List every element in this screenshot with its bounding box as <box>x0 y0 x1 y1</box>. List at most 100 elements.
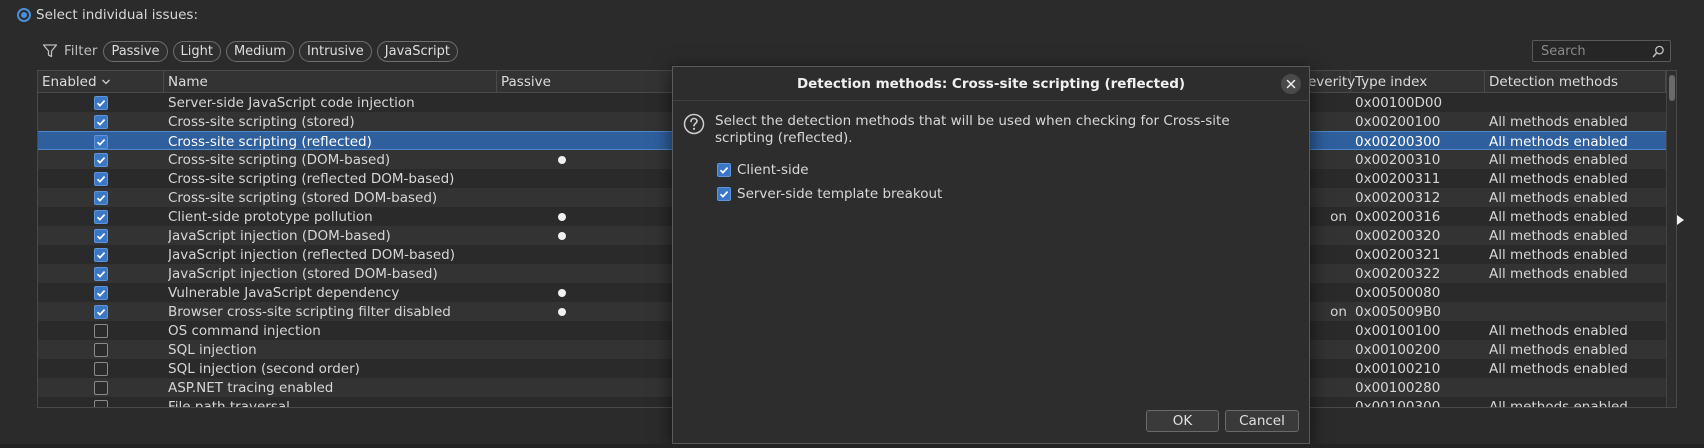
row-passive-cell <box>558 321 578 340</box>
row-enabled-checkbox[interactable] <box>94 247 108 262</box>
row-name: Cross-site scripting (stored) <box>168 113 355 130</box>
row-enabled-checkbox[interactable] <box>94 304 108 319</box>
option-client-side[interactable]: Client-side <box>717 161 809 179</box>
filter-chip-javascript[interactable]: JavaScript <box>376 40 458 62</box>
row-enabled-checkbox[interactable] <box>94 323 108 338</box>
row-passive-cell <box>558 150 578 169</box>
row-enabled-cell <box>94 359 114 378</box>
row-enabled-checkbox[interactable] <box>94 228 108 243</box>
column-header-type-index[interactable]: Type index <box>1351 71 1485 93</box>
select-individual-issues-radio[interactable]: Select individual issues: <box>17 6 198 24</box>
scrollbar-thumb[interactable] <box>1669 75 1675 101</box>
search-input[interactable] <box>1541 43 1649 59</box>
filter-chip-passive[interactable]: Passive <box>103 40 168 62</box>
dialog-description: Select the detection methods that will b… <box>715 113 1230 146</box>
row-enabled-checkbox[interactable] <box>94 134 108 149</box>
row-detection-methods: All methods enabled <box>1489 133 1628 150</box>
sort-chevron-down-icon <box>101 79 110 85</box>
row-type-index: 0x00200310 <box>1355 151 1441 168</box>
row-name: SQL injection <box>168 341 257 358</box>
passive-dot-icon <box>558 307 566 316</box>
row-enabled-cell <box>94 378 114 397</box>
row-passive-cell <box>558 245 578 264</box>
row-enabled-checkbox[interactable] <box>94 361 108 376</box>
row-passive-cell <box>558 226 578 245</box>
client-side-checkbox[interactable] <box>717 163 731 177</box>
passive-dot-icon <box>558 155 566 164</box>
radio-selected-icon <box>17 8 31 22</box>
row-enabled-cell <box>94 302 114 321</box>
row-detection-methods: All methods enabled <box>1489 170 1628 187</box>
row-name: Browser cross-site scripting filter disa… <box>168 303 451 320</box>
row-detection-methods: All methods enabled <box>1489 360 1628 377</box>
row-name: JavaScript injection (stored DOM-based) <box>168 265 438 282</box>
row-passive-cell <box>558 340 578 359</box>
row-enabled-checkbox[interactable] <box>94 152 108 167</box>
column-header-enabled[interactable]: Enabled <box>38 71 164 93</box>
row-passive-cell <box>558 302 578 321</box>
filter-chip-light[interactable]: Light <box>172 40 221 62</box>
column-header-severity[interactable]: everity <box>1303 71 1355 93</box>
row-detection-methods: All methods enabled <box>1489 398 1628 408</box>
vertical-scrollbar[interactable] <box>1666 71 1676 407</box>
detection-methods-dialog: Detection methods: Cross-site scripting … <box>672 66 1310 444</box>
row-enabled-cell <box>94 132 114 151</box>
filter-chip-intrusive[interactable]: Intrusive <box>298 40 372 62</box>
checkmark-icon <box>96 232 106 240</box>
row-enabled-checkbox[interactable] <box>94 266 108 281</box>
row-enabled-checkbox[interactable] <box>94 114 108 129</box>
cancel-button[interactable]: Cancel <box>1225 410 1299 432</box>
row-enabled-checkbox[interactable] <box>94 171 108 186</box>
dialog-title: Detection methods: Cross-site scripting … <box>673 67 1309 101</box>
row-type-index: 0x00200316 <box>1355 208 1441 225</box>
row-name: File path traversal <box>168 398 290 408</box>
checkmark-icon <box>96 156 106 164</box>
row-type-index: 0x00100280 <box>1355 379 1441 396</box>
row-enabled-checkbox[interactable] <box>94 380 108 395</box>
row-enabled-cell <box>94 169 114 188</box>
row-passive-cell <box>558 112 578 131</box>
ok-button[interactable]: OK <box>1146 410 1219 432</box>
select-individual-issues-label: Select individual issues: <box>36 7 199 23</box>
row-enabled-checkbox[interactable] <box>94 95 108 110</box>
passive-dot-icon <box>558 288 566 297</box>
search-icon[interactable] <box>1652 45 1665 58</box>
row-enabled-checkbox[interactable] <box>94 342 108 357</box>
row-type-index: 0x00200300 <box>1355 133 1441 150</box>
row-passive-cell <box>558 169 578 188</box>
row-passive-cell <box>558 207 578 226</box>
row-detection-methods: All methods enabled <box>1489 227 1628 244</box>
row-enabled-cell <box>94 283 114 302</box>
row-type-index: 0x00100210 <box>1355 360 1441 377</box>
server-side-template-breakout-checkbox[interactable] <box>717 187 731 201</box>
row-enabled-checkbox[interactable] <box>94 285 108 300</box>
checkmark-icon <box>96 289 106 297</box>
row-enabled-cell <box>94 340 114 359</box>
row-passive-cell <box>558 283 578 302</box>
row-detection-methods <box>1489 283 1665 302</box>
row-enabled-cell <box>94 245 114 264</box>
column-header-enabled-label: Enabled <box>42 74 97 90</box>
row-name: ASP.NET tracing enabled <box>168 379 334 396</box>
column-header-name[interactable]: Name <box>164 71 497 93</box>
column-header-passive[interactable]: Passive <box>497 71 677 93</box>
row-name: Cross-site scripting (reflected DOM-base… <box>168 170 455 187</box>
row-passive-cell <box>558 397 578 407</box>
dialog-close-button[interactable] <box>1281 74 1301 94</box>
row-enabled-cell <box>94 188 114 207</box>
row-enabled-checkbox[interactable] <box>94 209 108 224</box>
expand-arrow-icon[interactable] <box>1676 214 1685 226</box>
filter-funnel-icon[interactable] <box>42 43 58 59</box>
checkmark-icon <box>96 194 106 202</box>
row-enabled-cell <box>94 150 114 169</box>
row-type-index: 0x00200321 <box>1355 246 1441 263</box>
row-enabled-checkbox[interactable] <box>94 399 108 407</box>
option-server-side-template-breakout[interactable]: Server-side template breakout <box>717 185 942 203</box>
row-passive-cell <box>558 264 578 283</box>
row-type-index: 0x00100300 <box>1355 398 1441 408</box>
row-enabled-checkbox[interactable] <box>94 190 108 205</box>
row-enabled-cell <box>94 93 114 112</box>
column-header-detection-methods[interactable]: Detection methods <box>1485 71 1666 93</box>
filter-chip-medium[interactable]: Medium <box>225 40 294 62</box>
row-enabled-cell <box>94 226 114 245</box>
